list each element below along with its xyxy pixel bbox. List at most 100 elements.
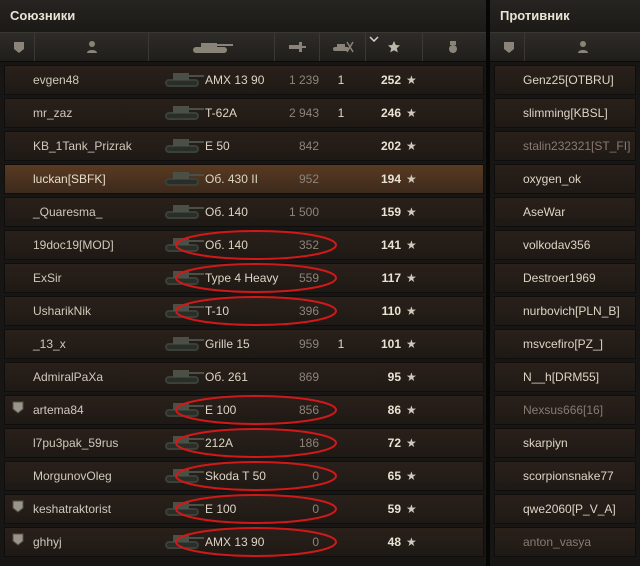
star-icon: ★ (406, 106, 417, 120)
enemy-row[interactable]: nurbovich[PLN_B] (494, 296, 636, 326)
xp-column-header[interactable] (275, 33, 320, 61)
badge-icon (504, 42, 514, 53)
enemy-player-column-header[interactable] (525, 33, 640, 61)
enemy-row[interactable]: skarpiyn (494, 428, 636, 458)
tank-icon (163, 429, 205, 463)
player-name: ghhyj (33, 535, 62, 549)
tank-name: E 50 (205, 139, 230, 153)
clan-badge-icon (11, 528, 25, 556)
tank-icon (163, 165, 205, 199)
enemy-row[interactable]: stalin232321[ST_FI] (494, 131, 636, 161)
enemy-player-name: volkodav356 (523, 238, 591, 252)
points-value: 72 (387, 436, 401, 450)
xp-icon (289, 42, 306, 52)
xp-value: 0 (312, 469, 319, 483)
clan-badge-icon (11, 495, 25, 523)
enemies-panel: Противник Genz25[OTBRU] slimming[KBSL] sta… (490, 0, 640, 566)
enemy-row[interactable]: N__h[DRM55] (494, 362, 636, 392)
tank-name: Об. 430 II (205, 172, 258, 186)
medal-column-header[interactable] (423, 33, 483, 61)
tank-icon (163, 462, 205, 496)
star-icon: ★ (406, 304, 417, 318)
badge-column-header[interactable] (4, 33, 35, 61)
xp-value: 186 (298, 436, 319, 450)
tank-icon (163, 99, 205, 133)
kills-value: 1 (337, 106, 345, 120)
enemy-row[interactable]: Destroer1969 (494, 263, 636, 293)
player-name: luckan[SBFK] (33, 172, 106, 186)
enemy-row[interactable]: Genz25[OTBRU] (494, 65, 636, 95)
star-icon: ★ (406, 172, 417, 186)
points-value: 95 (387, 370, 401, 384)
enemy-player-name: AseWar (523, 205, 566, 219)
ally-row[interactable]: AdmiralPaXa Об. 261 869 95 ★ (4, 362, 484, 392)
clan-badge-icon (11, 396, 25, 424)
points-value: 117 (381, 271, 401, 285)
kills-value: 1 (337, 337, 345, 351)
player-name: artema84 (33, 403, 84, 417)
star-icon: ★ (406, 436, 417, 450)
enemies-title: Противник (490, 0, 640, 32)
player-name: MorgunovOleg (33, 469, 112, 483)
player-column-header[interactable] (35, 33, 149, 61)
enemy-player-name: nurbovich[PLN_B] (523, 304, 620, 318)
allies-header (0, 32, 488, 62)
ally-row[interactable]: KB_1Tank_Prizrak E 50 842 202 ★ (4, 131, 484, 161)
ally-row[interactable]: keshatraktorist E 100 0 59 ★ (4, 494, 484, 524)
enemy-row[interactable]: Nexsus666[16] (494, 395, 636, 425)
ally-row[interactable]: evgen48 AMX 13 90 1 239 1 252 ★ (4, 65, 484, 95)
ally-row[interactable]: ghhyj AMX 13 90 0 48 ★ (4, 527, 484, 557)
ally-row[interactable]: ExSir Type 4 Heavy 559 117 ★ (4, 263, 484, 293)
points-value: 59 (387, 502, 401, 516)
enemy-row[interactable]: slimming[KBSL] (494, 98, 636, 128)
points-column-header[interactable] (366, 33, 423, 61)
kills-column-header[interactable] (320, 33, 366, 61)
enemy-row[interactable]: AseWar (494, 197, 636, 227)
ally-row[interactable]: 19doc19[MOD] Об. 140 352 141 ★ (4, 230, 484, 260)
enemy-row[interactable]: anton_vasya (494, 527, 636, 557)
ally-row[interactable]: artema84 E 100 856 86 ★ (4, 395, 484, 425)
enemy-row[interactable]: qwe2060[P_V_A] (494, 494, 636, 524)
tank-name: AMX 13 90 (205, 73, 265, 87)
points-value: 101 (380, 337, 401, 351)
star-icon: ★ (406, 370, 417, 384)
xp-value: 952 (298, 172, 319, 186)
allies-title: Союзники (0, 0, 488, 32)
enemy-row[interactable]: scorpionsnake77 (494, 461, 636, 491)
player-name: _13_x (33, 337, 66, 351)
tank-name: Skoda T 50 (205, 469, 266, 483)
enemy-row[interactable]: oxygen_ok (494, 164, 636, 194)
player-name: UsharikNik (33, 304, 92, 318)
ally-row[interactable]: mr_zaz T-62A 2 943 1 246 ★ (4, 98, 484, 128)
enemy-row[interactable]: msvcefiro[PZ_] (494, 329, 636, 359)
ally-row[interactable]: _13_x Grille 15 959 1 101 ★ (4, 329, 484, 359)
xp-value: 1 239 (288, 73, 319, 87)
tank-icon (163, 264, 205, 298)
enemy-player-name: N__h[DRM55] (523, 370, 600, 384)
tank-icon (163, 528, 205, 562)
tank-name: Об. 140 (205, 205, 248, 219)
star-icon: ★ (406, 238, 417, 252)
ally-row[interactable]: l7pu3pak_59rus 212A 186 72 ★ (4, 428, 484, 458)
star-icon: ★ (406, 73, 417, 87)
points-value: 246 (380, 106, 401, 120)
enemy-player-name: oxygen_ok (523, 172, 582, 186)
star-icon: ★ (406, 139, 417, 153)
tank-icon (192, 43, 233, 53)
ally-row[interactable]: _Quaresma_ Об. 140 1 500 159 ★ (4, 197, 484, 227)
enemy-player-name: qwe2060[P_V_A] (523, 502, 616, 516)
ally-row[interactable]: luckan[SBFK] Об. 430 II 952 194 ★ (4, 164, 484, 194)
star-icon: ★ (406, 337, 417, 351)
player-name: ExSir (33, 271, 62, 285)
xp-value: 396 (298, 304, 319, 318)
star-icon: ★ (406, 205, 417, 219)
enemy-row[interactable]: volkodav356 (494, 230, 636, 260)
ally-row[interactable]: MorgunovOleg Skoda T 50 0 65 ★ (4, 461, 484, 491)
enemy-badge-column-header[interactable] (494, 33, 525, 61)
ally-row[interactable]: UsharikNik T-10 396 110 ★ (4, 296, 484, 326)
enemy-player-name: Genz25[OTBRU] (523, 73, 614, 87)
player-icon (86, 41, 97, 53)
tank-name: T-62A (205, 106, 238, 120)
tank-column-header[interactable] (149, 33, 275, 61)
xp-value: 0 (312, 535, 319, 549)
